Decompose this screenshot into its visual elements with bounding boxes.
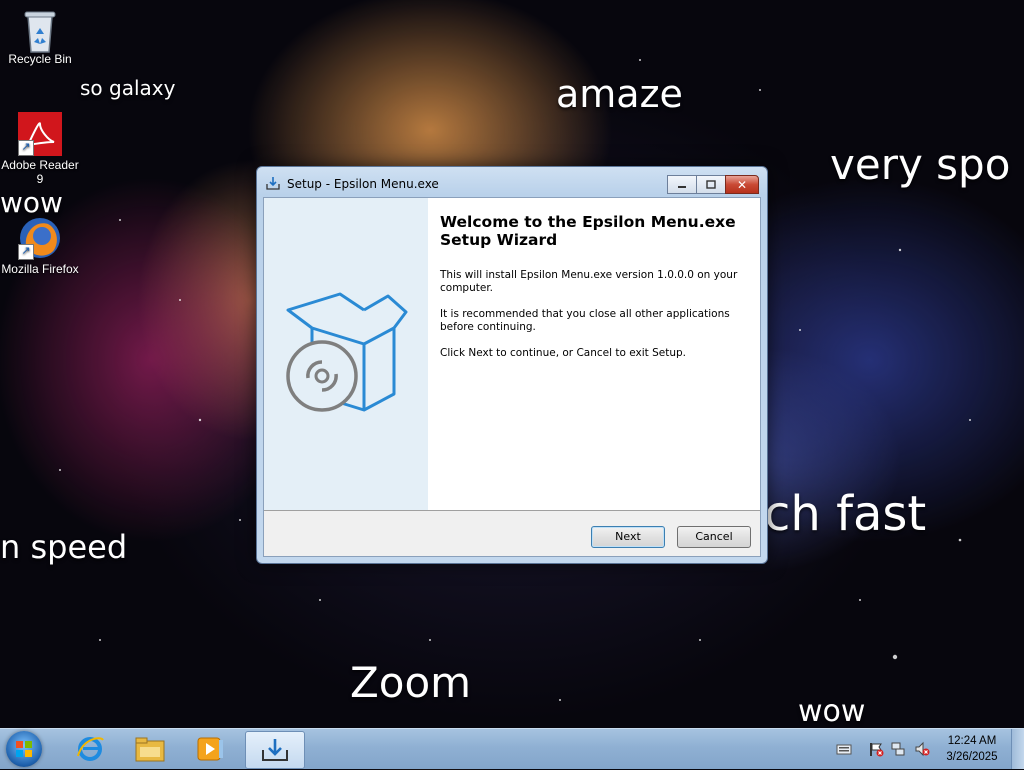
setup-title-icon <box>265 175 281 191</box>
wallpaper-text: very spo <box>830 140 1011 189</box>
shortcut-arrow-icon: ↗ <box>18 244 34 260</box>
adobe-reader-icon: ↗ <box>18 112 62 156</box>
wizard-paragraph: It is recommended that you close all oth… <box>440 308 730 333</box>
taskbar-media-player[interactable] <box>182 731 238 767</box>
desktop-icon-firefox[interactable]: ↗ Mozilla Firefox <box>0 216 80 276</box>
volume-muted-icon[interactable] <box>914 741 930 757</box>
recycle-bin-icon <box>18 6 62 53</box>
close-button[interactable]: ✕ <box>725 175 759 194</box>
desktop-icon-label: Mozilla Firefox <box>1 262 79 276</box>
wallpaper-text: amaze <box>556 72 683 116</box>
start-orb-icon <box>16 741 32 757</box>
internet-explorer-icon <box>77 737 104 761</box>
system-tray: 12:24 AM 3/26/2025 <box>824 729 1024 769</box>
keyboard-icon[interactable] <box>836 741 852 757</box>
taskbar-setup-installer[interactable] <box>245 731 305 769</box>
wizard-side-panel <box>264 198 428 510</box>
installer-box-disc-icon <box>286 292 408 412</box>
desktop-icon-adobe-reader[interactable]: ↗ Adobe Reader 9 <box>0 112 80 186</box>
action-center-flag-icon[interactable] <box>868 741 884 757</box>
start-button[interactable] <box>6 731 42 767</box>
taskbar: 12:24 AM 3/26/2025 <box>0 728 1024 769</box>
shortcut-arrow-icon: ↗ <box>18 140 34 156</box>
network-icon[interactable] <box>890 741 906 757</box>
clock-date: 3/26/2025 <box>946 751 998 763</box>
setup-installer-icon <box>262 739 288 761</box>
taskbar-internet-explorer[interactable] <box>62 731 118 767</box>
maximize-icon <box>706 180 716 189</box>
minimize-button[interactable] <box>667 175 697 194</box>
wizard-main-panel: Welcome to the Epsilon Menu.exe Setup Wi… <box>428 198 760 510</box>
close-icon: ✕ <box>736 177 748 192</box>
desktop-icon-recycle-bin[interactable]: Recycle Bin <box>0 6 80 66</box>
taskbar-clock[interactable]: 12:24 AM 3/26/2025 <box>942 733 1002 765</box>
taskbar-file-explorer[interactable] <box>122 731 178 767</box>
desktop-icon-label: Adobe Reader 9 <box>1 158 79 186</box>
wizard-paragraph: Click Next to continue, or Cancel to exi… <box>440 347 686 359</box>
wizard-footer: Next Cancel <box>264 510 760 556</box>
show-desktop-button[interactable] <box>1011 729 1024 769</box>
wallpaper-text: Zoom <box>350 658 472 707</box>
wallpaper-text: wow <box>0 186 63 219</box>
wallpaper-text: n speed <box>0 528 128 566</box>
wizard-paragraph: This will install Epsilon Menu.exe versi… <box>440 269 738 294</box>
maximize-button[interactable] <box>696 175 726 194</box>
firefox-icon: ↗ <box>18 216 62 260</box>
wallpaper-text: ch fast <box>764 486 927 542</box>
next-button[interactable]: Next <box>591 526 665 548</box>
dialog-titlebar[interactable]: Setup - Epsilon Menu.exe ✕ <box>257 167 767 197</box>
dialog-client-area: Welcome to the Epsilon Menu.exe Setup Wi… <box>263 197 761 557</box>
media-player-icon <box>197 737 223 761</box>
clock-time: 12:24 AM <box>947 735 997 747</box>
file-explorer-icon <box>135 737 165 762</box>
desktop-icon-label: Recycle Bin <box>8 52 72 66</box>
wallpaper-text: so galaxy <box>80 76 176 100</box>
wallpaper-text: wow <box>798 694 866 729</box>
setup-dialog: Setup - Epsilon Menu.exe ✕ Welcome to th… <box>256 166 768 564</box>
minimize-icon <box>678 185 686 188</box>
window-controls: ✕ <box>667 175 759 194</box>
dialog-title: Setup - Epsilon Menu.exe <box>287 177 439 191</box>
cancel-button[interactable]: Cancel <box>677 526 751 548</box>
wizard-heading: Welcome to the Epsilon Menu.exe Setup Wi… <box>440 213 736 249</box>
